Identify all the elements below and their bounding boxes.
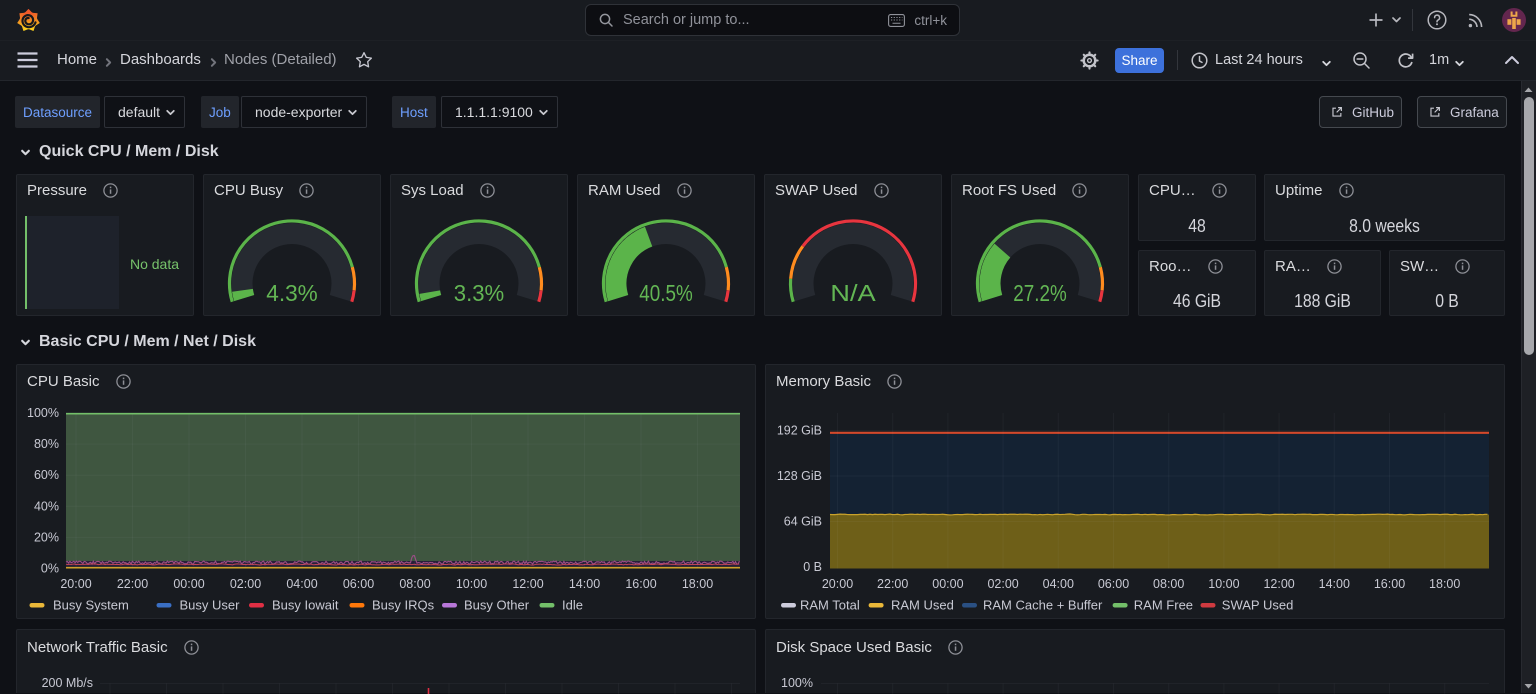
svg-text:18:00: 18:00 bbox=[1429, 577, 1460, 591]
svg-text:RAM Total: RAM Total bbox=[800, 598, 860, 613]
svg-text:08:00: 08:00 bbox=[1153, 577, 1184, 591]
svg-text:80%: 80% bbox=[34, 437, 59, 451]
svg-text:10:00: 10:00 bbox=[1208, 577, 1239, 591]
svg-text:100%: 100% bbox=[27, 406, 59, 420]
svg-text:N/A: N/A bbox=[830, 280, 876, 306]
svg-text:12:00: 12:00 bbox=[512, 577, 543, 591]
svg-text:27.2%: 27.2% bbox=[1013, 280, 1067, 306]
svg-text:192 GiB: 192 GiB bbox=[777, 424, 822, 438]
svg-text:64 GiB: 64 GiB bbox=[784, 515, 822, 529]
svg-text:06:00: 06:00 bbox=[343, 577, 374, 591]
svg-text:4.3%: 4.3% bbox=[266, 280, 318, 306]
svg-text:0%: 0% bbox=[41, 562, 59, 576]
svg-text:3.3%: 3.3% bbox=[454, 280, 505, 306]
svg-text:Idle: Idle bbox=[562, 598, 583, 613]
svg-text:0 B: 0 B bbox=[803, 560, 822, 574]
svg-text:06:00: 06:00 bbox=[1098, 577, 1129, 591]
svg-text:12:00: 12:00 bbox=[1263, 577, 1294, 591]
svg-text:Busy User: Busy User bbox=[180, 598, 241, 613]
svg-text:22:00: 22:00 bbox=[117, 577, 148, 591]
svg-text:14:00: 14:00 bbox=[569, 577, 600, 591]
svg-text:20:00: 20:00 bbox=[822, 577, 853, 591]
svg-text:04:00: 04:00 bbox=[286, 577, 317, 591]
svg-text:02:00: 02:00 bbox=[230, 577, 261, 591]
svg-text:RAM Used: RAM Used bbox=[891, 598, 954, 613]
svg-text:SWAP Used: SWAP Used bbox=[1222, 598, 1294, 613]
svg-text:16:00: 16:00 bbox=[625, 577, 656, 591]
svg-text:40.5%: 40.5% bbox=[639, 280, 693, 306]
svg-text:18:00: 18:00 bbox=[682, 577, 713, 591]
svg-text:04:00: 04:00 bbox=[1043, 577, 1074, 591]
svg-text:00:00: 00:00 bbox=[932, 577, 963, 591]
svg-text:RAM Cache + Buffer: RAM Cache + Buffer bbox=[983, 598, 1103, 613]
svg-text:22:00: 22:00 bbox=[877, 577, 908, 591]
svg-text:14:00: 14:00 bbox=[1319, 577, 1350, 591]
svg-text:08:00: 08:00 bbox=[399, 577, 430, 591]
svg-text:20:00: 20:00 bbox=[60, 577, 91, 591]
svg-text:128 GiB: 128 GiB bbox=[777, 469, 822, 483]
svg-text:RAM Free: RAM Free bbox=[1134, 598, 1193, 613]
svg-text:100%: 100% bbox=[781, 676, 813, 690]
svg-text:20%: 20% bbox=[34, 530, 59, 544]
svg-text:Busy System: Busy System bbox=[53, 598, 129, 613]
svg-text:60%: 60% bbox=[34, 468, 59, 482]
svg-text:10:00: 10:00 bbox=[456, 577, 487, 591]
svg-text:Busy Other: Busy Other bbox=[464, 598, 530, 613]
svg-text:200 Mb/s: 200 Mb/s bbox=[42, 676, 93, 690]
svg-text:02:00: 02:00 bbox=[987, 577, 1018, 591]
svg-text:00:00: 00:00 bbox=[173, 577, 204, 591]
svg-text:16:00: 16:00 bbox=[1374, 577, 1405, 591]
svg-text:40%: 40% bbox=[34, 499, 59, 513]
svg-text:Busy Iowait: Busy Iowait bbox=[272, 598, 339, 613]
svg-text:Busy IRQs: Busy IRQs bbox=[372, 598, 435, 613]
